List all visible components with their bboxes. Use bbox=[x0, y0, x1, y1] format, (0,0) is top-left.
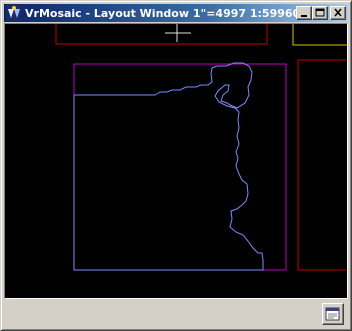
boundary-polygon[interactable] bbox=[73, 62, 264, 271]
crosshair-cursor-icon bbox=[165, 24, 191, 42]
maximize-icon bbox=[315, 8, 325, 17]
minimize-button[interactable] bbox=[296, 6, 312, 20]
tile-outline-yellow[interactable] bbox=[292, 24, 347, 46]
layout-tool-button[interactable] bbox=[322, 303, 344, 325]
tile-outline-red-right[interactable] bbox=[297, 59, 347, 271]
layout-tool-icon bbox=[325, 307, 340, 321]
minimize-icon bbox=[301, 15, 307, 17]
title-bar[interactable]: VrMosaic - Layout Window 1"=4997 1:59960… bbox=[4, 4, 348, 22]
layout-canvas[interactable] bbox=[5, 24, 347, 298]
tile-outline-red-top[interactable] bbox=[55, 24, 268, 45]
window-title: VrMosaic - Layout Window 1"=4997 1:59960… bbox=[25, 6, 296, 20]
layout-drawing bbox=[55, 24, 347, 271]
close-button[interactable] bbox=[330, 6, 346, 20]
layout-window: VrMosaic - Layout Window 1"=4997 1:59960… bbox=[0, 0, 352, 331]
close-icon bbox=[334, 8, 342, 17]
status-bar bbox=[4, 300, 348, 328]
maximize-button[interactable] bbox=[312, 6, 328, 20]
vrmosaic-app-icon[interactable] bbox=[6, 5, 22, 21]
